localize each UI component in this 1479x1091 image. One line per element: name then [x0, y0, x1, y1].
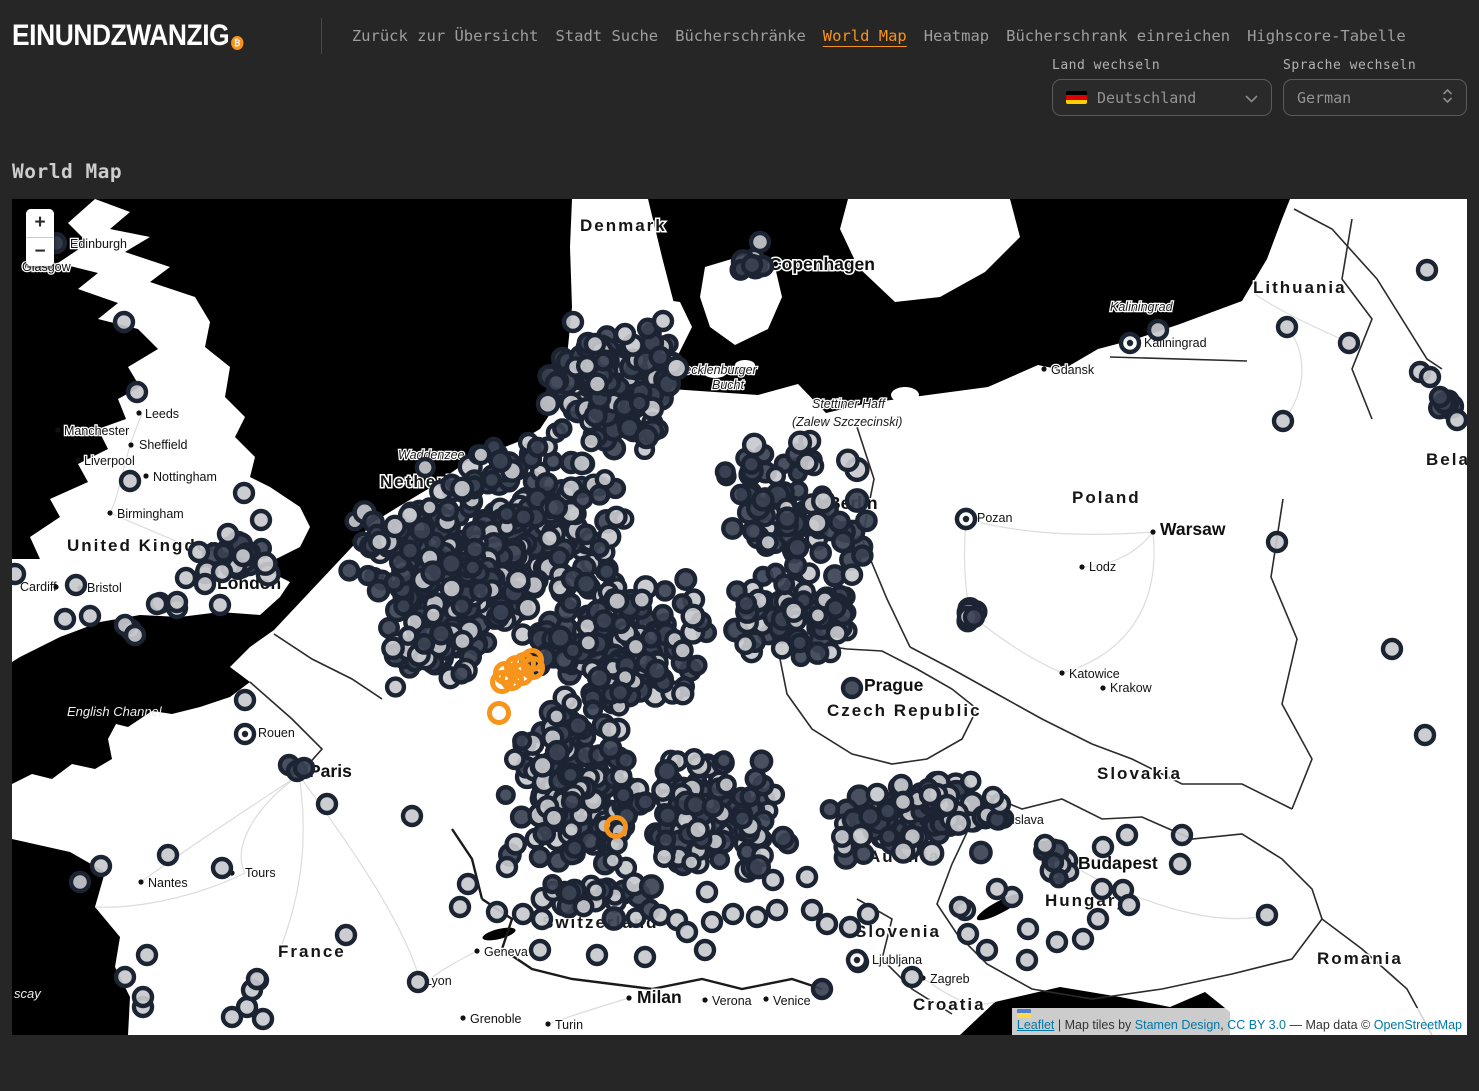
svg-text:English Channel: English Channel: [67, 704, 163, 719]
header: EINUNDZWANZIG ₿ Zurück zur Übersicht Sta…: [12, 0, 1467, 56]
zoom-in-button[interactable]: +: [26, 209, 54, 237]
chevron-down-icon: [1245, 89, 1258, 107]
world-map[interactable]: DenmarkUnited KingdomNetherlandsPolandLi…: [12, 199, 1467, 1035]
svg-text:Geneva: Geneva: [484, 945, 528, 959]
stamen-link[interactable]: Stamen Design: [1135, 1018, 1220, 1032]
svg-text:Bucht: Bucht: [712, 378, 744, 392]
bitcoin-badge-icon: ₿: [231, 36, 243, 50]
main-nav: Zurück zur Übersicht Stadt Suche Büchers…: [352, 27, 1406, 45]
svg-text:Manchester: Manchester: [64, 424, 129, 438]
svg-text:Turin: Turin: [555, 1018, 583, 1032]
country-select-value: Deutschland: [1097, 89, 1237, 107]
map-attribution: Leaflet | Map tiles by Stamen Design, CC…: [1012, 1008, 1467, 1035]
language-select-label: Sprache wechseln: [1283, 58, 1467, 73]
svg-text:Zagreb: Zagreb: [930, 972, 970, 986]
svg-text:Nottingham: Nottingham: [153, 470, 217, 484]
svg-text:Krakow: Krakow: [1110, 681, 1153, 695]
svg-text:(Zalew Szczecinski): (Zalew Szczecinski): [792, 415, 902, 429]
svg-text:scay: scay: [14, 986, 42, 1001]
svg-text:Kaliningrad: Kaliningrad: [1110, 300, 1174, 314]
svg-text:Lodz: Lodz: [1089, 560, 1116, 574]
svg-text:Rouen: Rouen: [258, 726, 295, 740]
svg-text:Poland: Poland: [1072, 488, 1141, 507]
attribution-text: Leaflet | Map tiles by Stamen Design, CC…: [1017, 1018, 1462, 1032]
svg-text:Paris: Paris: [309, 761, 352, 781]
svg-text:Nantes: Nantes: [148, 876, 188, 890]
svg-text:Belarus: Belarus: [1426, 450, 1467, 469]
svg-text:Tours: Tours: [245, 866, 276, 880]
brand-logo[interactable]: EINUNDZWANZIG ₿: [12, 21, 243, 51]
svg-text:Denmark: Denmark: [580, 216, 667, 235]
nav-item-einreichen[interactable]: Bücherschrank einreichen: [1006, 27, 1230, 45]
germany-flag-icon: [1066, 91, 1087, 104]
svg-text:Birmingham: Birmingham: [117, 507, 184, 521]
svg-text:Ljubljana: Ljubljana: [872, 953, 922, 967]
zoom-control: + −: [26, 209, 54, 266]
svg-text:Liverpool: Liverpool: [84, 454, 135, 468]
svg-text:Gdansk: Gdansk: [1051, 363, 1095, 377]
page-title: World Map: [12, 160, 1467, 183]
ukraine-flag-icon: [1017, 1009, 1031, 1018]
nav-item-heatmap[interactable]: Heatmap: [924, 27, 989, 45]
svg-text:Bristol: Bristol: [87, 581, 122, 595]
svg-text:Cardiff: Cardiff: [20, 580, 57, 594]
ccby-link[interactable]: CC BY 3.0: [1227, 1018, 1286, 1032]
language-select-value: German: [1297, 89, 1434, 107]
language-select[interactable]: German: [1283, 79, 1467, 116]
svg-text:Venice: Venice: [773, 994, 811, 1008]
svg-text:Croatia: Croatia: [913, 995, 986, 1014]
nav-item-buecherschraenke[interactable]: Bücherschränke: [675, 27, 806, 45]
svg-text:Stettiner Haff: Stettiner Haff: [812, 397, 886, 411]
svg-text:Sheffield: Sheffield: [139, 438, 187, 452]
svg-text:Grenoble: Grenoble: [470, 1012, 521, 1026]
svg-text:Budapest: Budapest: [1078, 853, 1158, 873]
header-divider: [321, 18, 322, 54]
nav-item-world-map[interactable]: World Map: [823, 27, 907, 45]
chevron-up-down-icon: [1442, 89, 1453, 107]
country-select[interactable]: Deutschland: [1052, 79, 1272, 116]
svg-text:Prague: Prague: [864, 675, 924, 695]
svg-text:Katowice: Katowice: [1069, 667, 1120, 681]
brand-logo-text: EINUNDZWANZIG: [12, 21, 229, 51]
svg-text:France: France: [278, 942, 346, 961]
leaflet-link[interactable]: Leaflet: [1017, 1018, 1055, 1032]
svg-text:Slovakia: Slovakia: [1097, 764, 1182, 783]
zoom-out-button[interactable]: −: [26, 238, 54, 266]
land-ruegen: [891, 387, 919, 403]
svg-text:Warsaw: Warsaw: [1160, 519, 1226, 539]
nav-item-highscore[interactable]: Highscore-Tabelle: [1247, 27, 1406, 45]
map-controls: Land wechseln Deutschland Sprache wechse…: [12, 58, 1467, 116]
map-canvas[interactable]: DenmarkUnited KingdomNetherlandsPolandLi…: [12, 199, 1467, 1035]
svg-text:Pozan: Pozan: [977, 511, 1012, 525]
country-select-label: Land wechseln: [1052, 58, 1272, 73]
svg-text:Edinburgh: Edinburgh: [70, 237, 127, 251]
nav-item-stadt-suche[interactable]: Stadt Suche: [555, 27, 658, 45]
svg-text:Milan: Milan: [637, 987, 682, 1007]
svg-text:Lithuania: Lithuania: [1253, 278, 1347, 297]
osm-link[interactable]: OpenStreetMap: [1374, 1018, 1462, 1032]
svg-text:Czech Republic: Czech Republic: [827, 701, 982, 720]
svg-text:Copenhagen: Copenhagen: [769, 254, 875, 274]
nav-item-zurueck[interactable]: Zurück zur Übersicht: [352, 27, 539, 45]
svg-text:Romania: Romania: [1317, 949, 1403, 968]
svg-text:Leeds: Leeds: [145, 407, 179, 421]
svg-text:Verona: Verona: [712, 994, 752, 1008]
